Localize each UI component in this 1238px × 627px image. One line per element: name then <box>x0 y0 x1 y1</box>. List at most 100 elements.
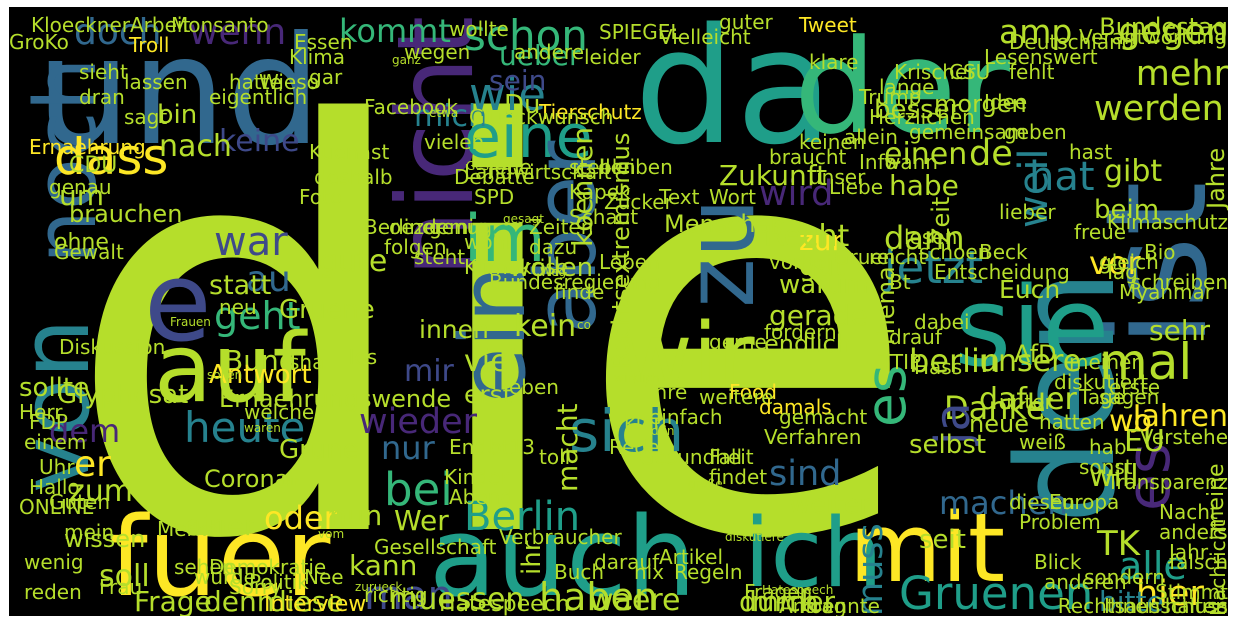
cloud-word: gerne <box>709 330 767 354</box>
cloud-word: gesagt <box>503 212 544 226</box>
cloud-word: Abend <box>449 485 514 509</box>
cloud-word: eben <box>509 375 559 399</box>
cloud-word: klare <box>809 50 859 74</box>
cloud-word: leider <box>584 45 641 69</box>
cloud-word: Verantwortung <box>1079 25 1228 49</box>
cloud-word: Antrag <box>779 594 847 616</box>
cloud-word: genau <box>49 175 112 199</box>
cloud-word: Verstehe <box>1139 425 1228 449</box>
cloud-word: gute <box>319 244 388 279</box>
cloud-word: erst <box>464 380 513 409</box>
cloud-word: diskutiere <box>725 530 784 544</box>
cloud-word: waren <box>244 421 281 435</box>
cloud-word: werden <box>1094 89 1224 129</box>
cloud-word: viel <box>464 344 517 379</box>
cloud-word: waere <box>589 583 681 616</box>
cloud-word: Nachricht <box>1206 519 1228 616</box>
cloud-word: Jahre <box>1202 147 1228 209</box>
cloud-word: dran <box>79 85 125 109</box>
cloud-word: nach <box>159 129 232 164</box>
cloud-word: Bt <box>889 270 911 294</box>
cloud-word: Entscheidung <box>934 260 1070 284</box>
cloud-word: Herr <box>19 400 63 424</box>
cloud-word: dazu <box>529 235 578 259</box>
cloud-word: ONLINE <box>19 495 95 519</box>
cloud-word: SPD <box>474 185 515 209</box>
cloud-word: Bio <box>1144 240 1176 264</box>
cloud-word: welche <box>244 400 315 424</box>
cloud-word: reden <box>24 580 82 604</box>
cloud-word: Diskussion <box>59 335 166 359</box>
cloud-word: Nee <box>304 565 344 589</box>
cloud-word: Myanmar <box>1119 280 1213 304</box>
cloud-word: Verbraucher <box>499 525 622 549</box>
cloud-word: unter <box>999 390 1053 414</box>
cloud-word: los <box>349 345 378 369</box>
cloud-word: wirklich <box>614 371 660 385</box>
cloud-word: Verfahren <box>764 425 862 449</box>
cloud-word: neu <box>219 295 257 319</box>
cloud-word: Gesetz <box>466 159 508 173</box>
cloud-word: diesen <box>1009 490 1075 514</box>
cloud-word: innen <box>419 315 489 344</box>
cloud-word: weiter <box>789 490 871 520</box>
cloud-word: Buch <box>554 560 605 584</box>
cloud-word: andere <box>514 40 585 64</box>
cloud-word: sieht <box>79 60 128 84</box>
cloud-word: Sorry <box>229 575 282 599</box>
cloud-word: gar <box>309 65 343 89</box>
cloud-word: meinen <box>1069 350 1144 374</box>
cloud-word: Gewalt <box>54 240 124 264</box>
cloud-word: ihre <box>649 380 688 404</box>
cloud-word: Hallo <box>29 475 80 499</box>
cloud-word: Grune <box>279 435 359 465</box>
cloud-word: Menschen <box>664 210 786 238</box>
cloud-word: Weg <box>540 265 567 279</box>
cloud-word: Corona <box>204 465 290 493</box>
cloud-word: Glueckwunsch <box>469 105 614 129</box>
cloud-word: drin <box>651 424 675 438</box>
cloud-word: ganz <box>392 53 421 67</box>
cloud-word: eigentlich <box>209 85 308 109</box>
cloud-word: Transparenz <box>1106 470 1228 494</box>
cloud-word: brauchen <box>69 200 183 228</box>
cloud-word: Kuenast <box>309 140 390 164</box>
cloud-word: lesen <box>904 225 958 249</box>
cloud-word: mir <box>404 354 454 389</box>
cloud-word: finde <box>554 280 605 304</box>
cloud-word: Gruen <box>834 245 896 269</box>
cloud-word: Krischer <box>894 60 976 84</box>
cloud-word: mehr <box>1135 54 1228 94</box>
word-cloud: die und da der ist den nicht sie ein e auf fuer auch… <box>9 7 1228 616</box>
cloud-word: sha <box>289 350 325 374</box>
cloud-word: deshalb <box>314 165 393 189</box>
cloud-word: folgen <box>384 235 447 259</box>
cloud-word: hatten <box>1039 410 1105 434</box>
cloud-word: Troll <box>129 33 170 57</box>
cloud-word: Problem <box>1019 510 1101 534</box>
cloud-word: Frauen <box>170 315 211 329</box>
cloud-word: gibt <box>1104 154 1163 189</box>
cloud-word: weiß <box>1019 430 1066 454</box>
cloud-word: Merkel <box>157 517 224 541</box>
cloud-word: Gesellschaft <box>374 535 497 559</box>
cloud-word: Kinder <box>444 465 509 489</box>
cloud-word: vom <box>318 527 345 541</box>
cloud-word: hab <box>1089 435 1127 459</box>
cloud-word: Wer <box>394 504 449 537</box>
cloud-word: geben <box>1004 120 1067 144</box>
cloud-word: große <box>688 477 723 491</box>
cloud-word: hast <box>1069 140 1113 164</box>
cloud-word: Uhr <box>39 455 75 479</box>
cloud-word: unser <box>809 165 866 189</box>
cloud-word: Hatespeech <box>439 592 570 616</box>
cloud-word: warum <box>779 270 869 300</box>
cloud-word: kein <box>514 309 577 344</box>
cloud-word: Ernaehrung <box>29 135 146 159</box>
cloud-word: sind <box>769 454 842 494</box>
cloud-word: sehr <box>1149 314 1211 347</box>
cloud-word: fehlt <box>1009 60 1055 84</box>
cloud-word: AfD <box>1014 340 1057 368</box>
cloud-word: wollte <box>449 17 509 41</box>
cloud-word: Leben <box>599 250 660 274</box>
